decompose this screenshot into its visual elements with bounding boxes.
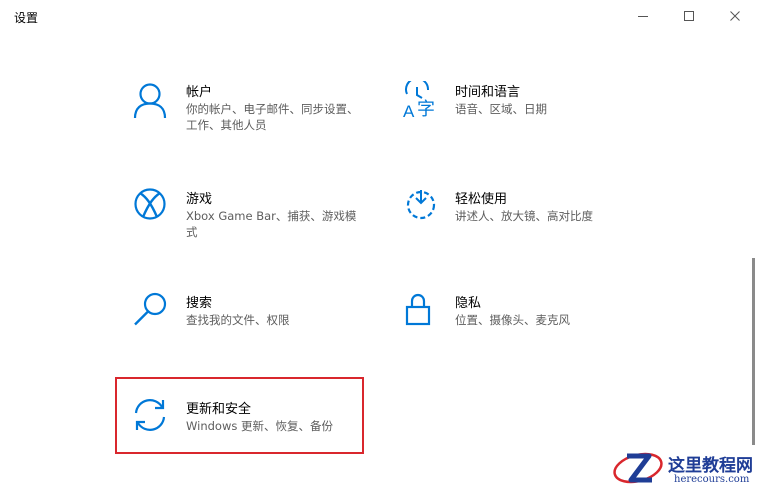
settings-tile-time-language[interactable]: A 字 时间和语言 语音、区域、日期: [387, 81, 637, 161]
minimize-icon: [638, 16, 648, 17]
maximize-button[interactable]: [666, 0, 712, 32]
settings-tile-gaming[interactable]: 游戏 Xbox Game Bar、捕获、游戏模式: [118, 188, 368, 268]
tile-title: 轻松使用: [455, 192, 508, 207]
watermark: 这里教程网 herecours.com: [606, 446, 758, 489]
tile-description: 位置、摄像头、麦克风: [455, 313, 570, 327]
lock-icon: [405, 293, 431, 326]
tile-title: 隐私: [455, 296, 482, 311]
maximize-icon: [684, 11, 694, 21]
watermark-logo-icon: [613, 452, 663, 484]
tile-description: 查找我的文件、权限: [186, 313, 290, 327]
settings-tile-search[interactable]: 搜索 查找我的文件、权限: [118, 292, 368, 372]
highlight-annotation: [115, 377, 364, 454]
watermark-url: herecours.com: [674, 474, 750, 485]
tile-description: Xbox Game Bar、捕获、游戏模式: [186, 209, 357, 239]
settings-tile-ease-of-access[interactable]: 轻松使用 讲述人、放大镜、高对比度: [387, 188, 637, 268]
ease-of-access-icon: [406, 190, 436, 220]
time-language-icon: A 字: [403, 81, 435, 121]
tile-title: 游戏: [186, 192, 213, 207]
svg-text:A: A: [403, 102, 415, 121]
tile-title: 帐户: [186, 85, 213, 100]
settings-tile-accounts[interactable]: 帐户 你的帐户、电子邮件、同步设置、工作、其他人员: [118, 81, 368, 161]
close-button[interactable]: [712, 0, 758, 32]
svg-text:字: 字: [417, 99, 435, 120]
minimize-button[interactable]: [620, 0, 666, 32]
tile-title: 搜索: [186, 296, 213, 311]
xbox-icon: [134, 188, 166, 220]
close-icon: [730, 11, 740, 21]
tile-title: 时间和语言: [455, 85, 521, 100]
tile-description: 你的帐户、电子邮件、同步设置、工作、其他人员: [186, 102, 359, 132]
search-icon: [134, 292, 167, 326]
scrollbar-thumb[interactable]: [752, 258, 755, 445]
settings-tile-privacy[interactable]: 隐私 位置、摄像头、麦克风: [387, 292, 637, 372]
tile-description: 讲述人、放大镜、高对比度: [455, 209, 593, 223]
title-bar: 设置: [0, 0, 758, 32]
watermark-text: 这里教程网: [668, 456, 753, 476]
tile-description: 语音、区域、日期: [455, 102, 547, 116]
person-icon: [133, 83, 167, 119]
window-title: 设置: [14, 11, 39, 25]
